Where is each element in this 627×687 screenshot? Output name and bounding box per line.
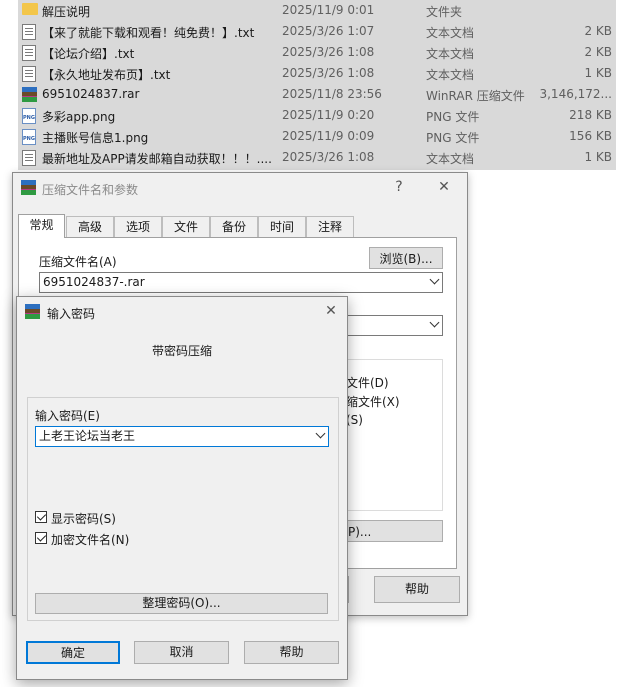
folder-icon	[22, 3, 38, 15]
tab-options[interactable]: 选项	[114, 216, 162, 237]
encrypt-filenames-label[interactable]: 加密文件名(N)	[51, 531, 129, 548]
help-icon[interactable]: ?	[387, 177, 411, 197]
file-type: 文本文档	[426, 26, 475, 40]
archive-name-label: 压缩文件名(A)	[39, 255, 117, 269]
file-size: 2 KB	[584, 24, 612, 38]
file-row[interactable]: 主播账号信息1.png 2025/11/9 0:09 PNG 文件 156 KB	[18, 126, 616, 147]
tab-files[interactable]: 文件	[162, 216, 210, 237]
file-date: 2025/11/8 23:56	[282, 87, 382, 101]
encrypt-filenames-checkbox[interactable]	[35, 532, 47, 544]
file-date: 2025/11/9 0:09	[282, 129, 375, 143]
file-name: 【永久地址发布页】.txt	[42, 68, 171, 82]
chevron-down-icon	[315, 428, 326, 439]
browse-button[interactable]: 浏览(B)...	[369, 247, 443, 269]
file-row[interactable]: 解压说明 2025/11/9 0:01 文件夹	[18, 0, 616, 21]
file-row[interactable]: 【论坛介绍】.txt 2025/3/26 1:08 文本文档 2 KB	[18, 42, 616, 63]
enter-password-label: 输入密码(E)	[35, 409, 100, 423]
file-type: PNG 文件	[426, 110, 480, 124]
show-password-label[interactable]: 显示密码(S)	[51, 510, 116, 527]
tab-advanced[interactable]: 高级	[66, 216, 114, 237]
option-solid-archive[interactable]: (S)	[346, 413, 363, 427]
show-password-checkbox[interactable]	[35, 511, 47, 523]
file-type: 文本文档	[426, 152, 475, 166]
password-value: 上老王论坛当老王	[39, 429, 136, 443]
close-icon[interactable]: ✕	[319, 301, 343, 321]
file-date: 2025/3/26 1:08	[282, 45, 375, 59]
txt-file-icon	[22, 150, 36, 166]
archive-name-value: 6951024837-.rar	[43, 275, 145, 289]
cancel-button[interactable]: 取消	[134, 641, 229, 664]
ok-button[interactable]: 确定	[26, 641, 120, 664]
password-input[interactable]: 上老王论坛当老王	[35, 426, 329, 447]
tab-time[interactable]: 时间	[258, 216, 306, 237]
password-dialog: 输入密码 ✕ 带密码压缩 输入密码(E) 上老王论坛当老王 显示密码(S) 加密…	[16, 296, 348, 680]
file-name: 多彩app.png	[42, 110, 116, 124]
file-row[interactable]: 【来了就能下载和观看！纯免费！】.txt 2025/3/26 1:07 文本文档 2 …	[18, 21, 616, 42]
txt-file-icon	[22, 24, 36, 40]
file-row[interactable]: 最新地址及APP请发邮箱自动获取！！！.... 2025/3/26 1:08 文本文…	[18, 147, 616, 168]
dialog-heading: 带密码压缩	[151, 344, 212, 358]
file-size: 2 KB	[584, 45, 612, 59]
file-type: WinRAR 压缩文件	[426, 89, 525, 103]
file-size: 3,146,172...	[539, 87, 612, 101]
help-button[interactable]: 帮助	[244, 641, 339, 664]
file-list: 解压说明 2025/11/9 0:01 文件夹【来了就能下载和观看！纯免费！】.tx…	[18, 0, 616, 170]
option-delete-files[interactable]: 文件(D)	[346, 374, 389, 391]
tab-backup[interactable]: 备份	[210, 216, 258, 237]
file-size: 1 KB	[584, 66, 612, 80]
file-size: 1 KB	[584, 150, 612, 164]
file-size: 218 KB	[569, 108, 612, 122]
file-row[interactable]: 6951024837.rar 2025/11/8 23:56 WinRAR 压缩文件…	[18, 84, 616, 105]
file-type: 文本文档	[426, 68, 475, 82]
file-type: 文本文档	[426, 47, 475, 61]
txt-file-icon	[22, 66, 36, 82]
file-type: PNG 文件	[426, 131, 480, 145]
archive-name-combo[interactable]: 6951024837-.rar	[39, 272, 443, 293]
file-date: 2025/3/26 1:07	[282, 24, 375, 38]
png-file-icon	[22, 108, 36, 124]
chevron-down-icon	[429, 274, 440, 285]
tab-general[interactable]: 常规	[18, 214, 65, 238]
help-button[interactable]: 帮助	[374, 576, 460, 603]
file-date: 2025/3/26 1:08	[282, 150, 375, 164]
file-name: 【论坛介绍】.txt	[42, 47, 135, 61]
txt-file-icon	[22, 45, 36, 61]
file-type: 文件夹	[426, 5, 463, 19]
file-row[interactable]: 多彩app.png 2025/11/9 0:20 PNG 文件 218 KB	[18, 105, 616, 126]
option-sfx-archive[interactable]: 缩文件(X)	[346, 393, 400, 410]
file-name: 解压说明	[42, 5, 91, 19]
tab-comment[interactable]: 注释	[306, 216, 354, 237]
file-size: 156 KB	[569, 129, 612, 143]
chevron-down-icon	[429, 317, 440, 328]
organize-passwords-button[interactable]: 整理密码(O)...	[35, 593, 328, 614]
rar-file-icon	[22, 87, 37, 102]
file-name: 主播账号信息1.png	[42, 131, 149, 145]
file-name: 6951024837.rar	[42, 87, 140, 101]
winrar-icon	[21, 180, 36, 195]
file-row[interactable]: 【永久地址发布页】.txt 2025/3/26 1:08 文本文档 1 KB	[18, 63, 616, 84]
file-date: 2025/3/26 1:08	[282, 66, 375, 80]
png-file-icon	[22, 129, 36, 145]
file-date: 2025/11/9 0:01	[282, 3, 375, 17]
file-name: 【来了就能下载和观看！纯免费！】.txt	[42, 26, 255, 40]
close-icon[interactable]: ✕	[432, 177, 456, 197]
dialog-title: 输入密码	[47, 307, 96, 321]
file-date: 2025/11/9 0:20	[282, 108, 375, 122]
file-name: 最新地址及APP请发邮箱自动获取！！！....	[42, 152, 272, 166]
winrar-icon	[25, 304, 40, 319]
dialog-title: 压缩文件名和参数	[42, 183, 139, 197]
